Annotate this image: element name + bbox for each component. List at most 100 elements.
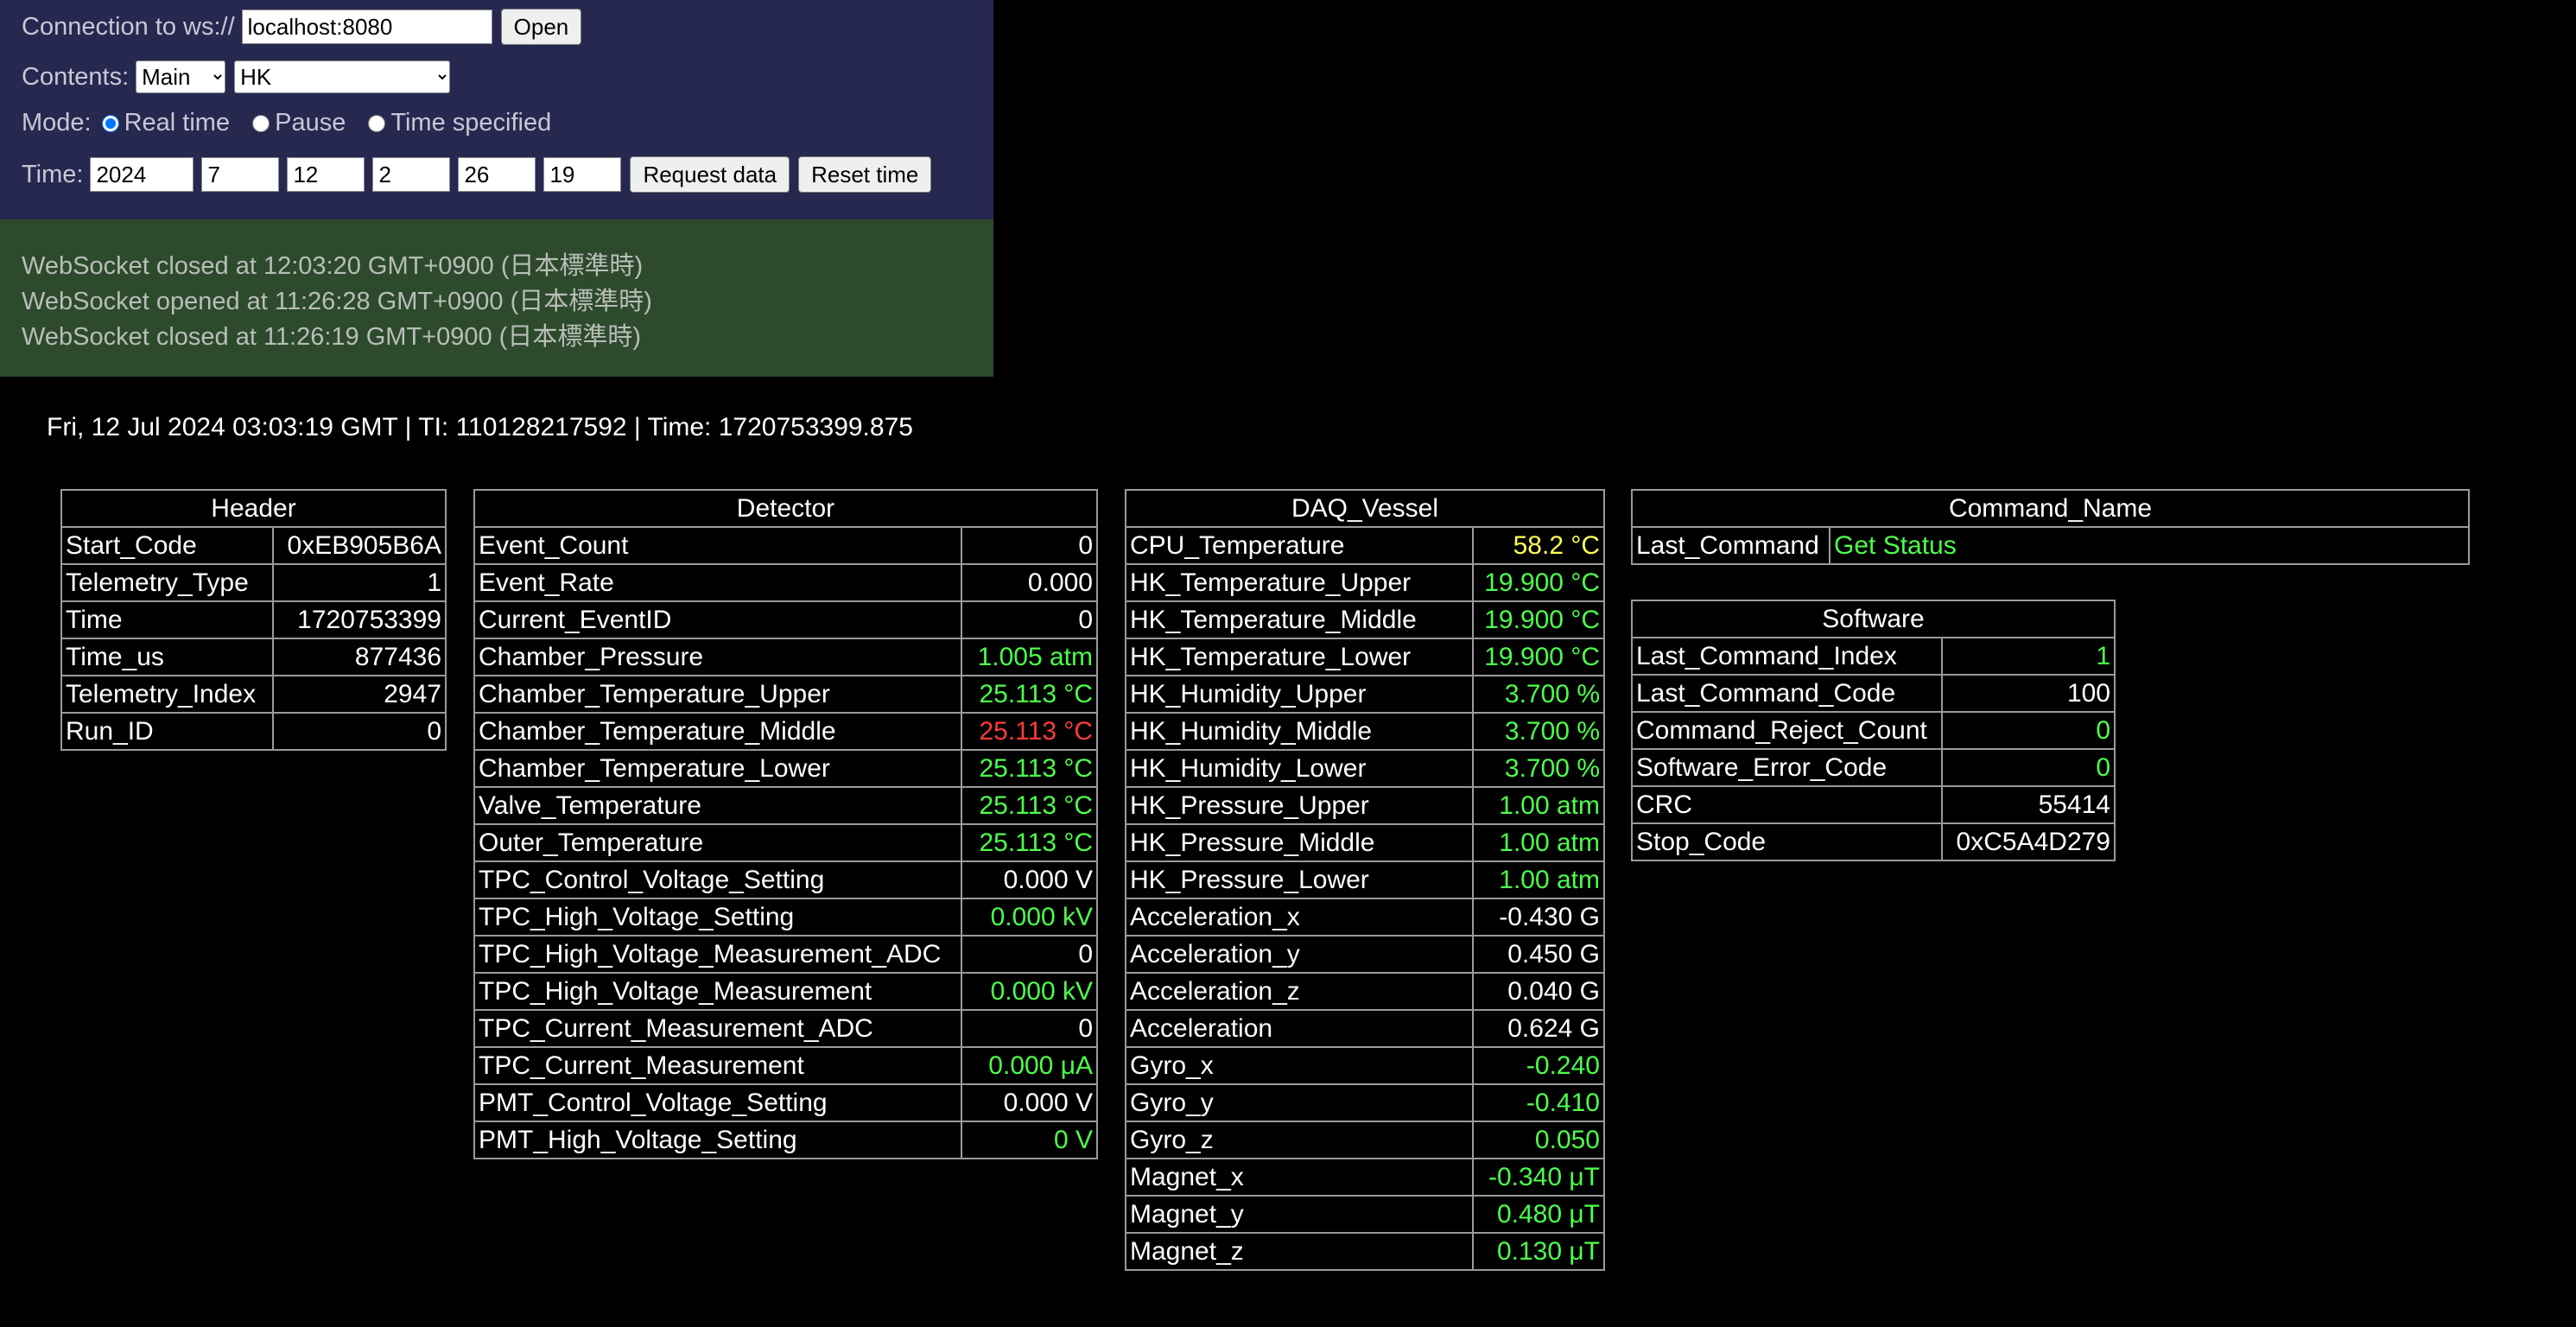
field-name: HK_Pressure_Upper	[1125, 786, 1474, 825]
table-row: HK_Pressure_Middle 1.00 atm	[1125, 823, 1605, 862]
field-value: 1	[272, 563, 447, 602]
field-value: 25.113 °C	[961, 786, 1098, 825]
field-name: Telemetry_Index	[60, 675, 274, 714]
time-day-input[interactable]	[287, 157, 365, 192]
field-value: 19.900 °C	[1472, 563, 1605, 602]
connection-row: Connection to ws:// Open	[22, 9, 582, 45]
time-minute-input[interactable]	[458, 157, 536, 192]
table-row: Event_Count 0	[473, 526, 1098, 565]
time-month-input[interactable]	[201, 157, 280, 192]
host-input[interactable]	[241, 10, 492, 44]
mode-realtime-radio[interactable]	[101, 114, 119, 132]
field-name: HK_Humidity_Upper	[1125, 675, 1474, 714]
table-row: HK_Temperature_Upper 19.900 °C	[1125, 563, 1605, 602]
field-value: 1.00 atm	[1472, 860, 1605, 899]
field-value: 3.700 %	[1472, 675, 1605, 714]
log-line: WebSocket closed at 12:03:20 GMT+0900 (日…	[22, 252, 644, 280]
field-value: 0.624 G	[1472, 1009, 1605, 1048]
time-second-input[interactable]	[543, 157, 622, 192]
software-table: Software Last_Command_Index 1 Last_Command…	[1631, 600, 2116, 861]
mode-pause-radio[interactable]	[252, 114, 270, 132]
field-name: HK_Temperature_Lower	[1125, 638, 1474, 676]
table-row: TPC_Control_Voltage_Setting 0.000 V	[473, 860, 1098, 899]
mode-realtime[interactable]: Real time	[98, 109, 230, 137]
field-name: Gyro_x	[1125, 1046, 1474, 1085]
field-value: 0 V	[961, 1121, 1098, 1159]
field-value: 55414	[1941, 785, 2116, 824]
contents-main-select[interactable]: Main	[136, 60, 226, 93]
field-name: Event_Rate	[473, 563, 962, 602]
mode-pause[interactable]: Pause	[249, 109, 346, 137]
time-year-input[interactable]	[90, 157, 194, 192]
table-row: Telemetry_Index 2947	[60, 675, 447, 714]
field-value: 0	[1941, 711, 2116, 750]
field-value: 58.2 °C	[1472, 526, 1605, 565]
contents-page-select[interactable]: HK	[234, 60, 451, 93]
field-value: 877436	[272, 638, 447, 676]
mode-label: Mode:	[22, 109, 92, 137]
field-name: PMT_High_Voltage_Setting	[473, 1121, 962, 1159]
request-data-button[interactable]: Request data	[630, 156, 790, 193]
table-row: Last_Command_Index 1	[1631, 637, 2116, 676]
field-value: 25.113 °C	[961, 712, 1098, 751]
field-value: 19.900 °C	[1472, 600, 1605, 639]
reset-time-button[interactable]: Reset time	[798, 156, 932, 193]
field-name: Software_Error_Code	[1631, 748, 1943, 787]
table-row: HK_Temperature_Lower 19.900 °C	[1125, 638, 1605, 676]
field-name: Last_Command_Index	[1631, 637, 1943, 676]
field-value: 2947	[272, 675, 447, 714]
field-name: Outer_Temperature	[473, 823, 962, 862]
detector-table: Detector Event_Count 0 Event_Rate 0.000 Curr…	[473, 489, 1098, 1159]
header-table-title: Header	[60, 489, 447, 528]
field-name: Last_Command	[1631, 526, 1830, 565]
table-row: TPC_Current_Measurement 0.000 μA	[473, 1046, 1098, 1085]
contents-row: Contents: Main HK	[22, 60, 451, 93]
table-row: TPC_High_Voltage_Measurement_ADC 0	[473, 935, 1098, 974]
field-name: Event_Count	[473, 526, 962, 565]
field-value: 0.000 kV	[961, 898, 1098, 937]
field-name: Magnet_x	[1125, 1158, 1474, 1197]
table-row: HK_Humidity_Lower 3.700 %	[1125, 749, 1605, 788]
open-button[interactable]: Open	[500, 9, 582, 45]
field-name: HK_Temperature_Upper	[1125, 563, 1474, 602]
control-panel: Connection to ws:// Open Contents: Main …	[0, 0, 993, 219]
field-name: TPC_High_Voltage_Setting	[473, 898, 962, 937]
table-row: Run_ID 0	[60, 712, 447, 751]
table-row: Last_Command Get Status	[1631, 526, 2470, 565]
field-name: Chamber_Temperature_Lower	[473, 749, 962, 788]
field-value: 0.480 μT	[1472, 1195, 1605, 1234]
table-row: PMT_Control_Voltage_Setting 0.000 V	[473, 1083, 1098, 1122]
field-value: 0	[1941, 748, 2116, 787]
log-line: WebSocket opened at 11:26:28 GMT+0900 (日…	[22, 288, 652, 315]
field-name: TPC_Current_Measurement_ADC	[473, 1009, 962, 1048]
field-value: 0.000 μA	[961, 1046, 1098, 1085]
header-table: Header Start_Code 0xEB905B6A Telemetry_Typ…	[60, 489, 447, 751]
mode-time-specified[interactable]: Time specified	[365, 109, 551, 137]
field-value: 0xEB905B6A	[272, 526, 447, 565]
field-value: 0	[272, 712, 447, 751]
mode-time-specified-radio[interactable]	[368, 114, 386, 132]
table-row: Telemetry_Type 1	[60, 563, 447, 602]
field-value: 0.000	[961, 563, 1098, 602]
field-value: -0.430 G	[1472, 898, 1605, 937]
table-row: HK_Humidity_Upper 3.700 %	[1125, 675, 1605, 714]
field-value: 1.00 atm	[1472, 786, 1605, 825]
table-row: Magnet_x -0.340 μT	[1125, 1158, 1605, 1197]
time-hour-input[interactable]	[372, 157, 451, 192]
field-value: 0.000 V	[961, 1083, 1098, 1122]
field-name: Gyro_y	[1125, 1083, 1474, 1122]
connection-label: Connection to ws://	[22, 12, 235, 41]
field-name: CRC	[1631, 785, 1943, 824]
field-value: Get Status	[1829, 526, 2470, 565]
field-name: Magnet_z	[1125, 1232, 1474, 1271]
field-name: HK_Temperature_Middle	[1125, 600, 1474, 639]
table-row: Magnet_z 0.130 μT	[1125, 1232, 1605, 1271]
field-value: 0.130 μT	[1472, 1232, 1605, 1271]
field-value: -0.240	[1472, 1046, 1605, 1085]
table-row: Gyro_x -0.240	[1125, 1046, 1605, 1085]
field-name: HK_Pressure_Lower	[1125, 860, 1474, 899]
field-name: Run_ID	[60, 712, 274, 751]
log-line: WebSocket closed at 11:26:19 GMT+0900 (日…	[22, 323, 641, 351]
table-row: Gyro_z 0.050	[1125, 1121, 1605, 1159]
field-value: 0.000 kV	[961, 972, 1098, 1011]
